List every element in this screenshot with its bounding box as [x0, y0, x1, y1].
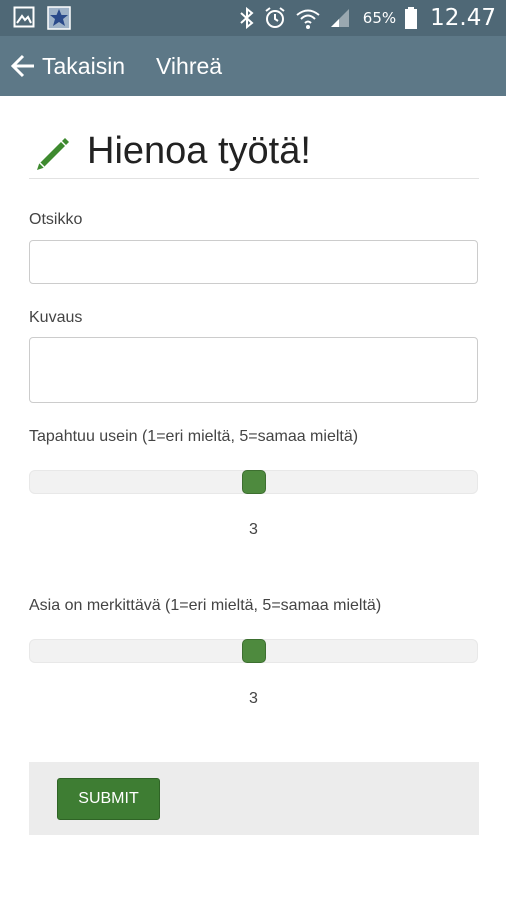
submit-button[interactable]: SUBMIT [57, 778, 160, 820]
page-title: Hienoa työtä! [87, 130, 311, 172]
status-time: 12.47 [430, 5, 496, 31]
title-input[interactable] [29, 240, 478, 284]
back-button[interactable]: Takaisin [42, 52, 125, 80]
pencil-icon [31, 132, 75, 176]
app-title: Vihreä [156, 53, 223, 79]
page-heading: Hienoa työtä! [29, 126, 479, 179]
importance-label: Asia on merkittävä (1=eri mieltä, 5=sama… [29, 597, 382, 614]
wifi-icon [295, 6, 321, 30]
description-field-label: Kuvaus [29, 309, 83, 326]
importance-slider[interactable] [29, 639, 478, 663]
status-bar: 65% 12.47 [0, 0, 506, 36]
frequency-value: 3 [249, 521, 258, 538]
app-bar: Takaisin Vihreä [0, 36, 506, 96]
app-notification-icon [47, 6, 71, 30]
importance-slider-thumb[interactable] [241, 639, 266, 663]
bluetooth-icon [239, 7, 255, 29]
frequency-label: Tapahtuu usein (1=eri mieltä, 5=samaa mi… [29, 428, 359, 445]
description-textarea[interactable] [29, 337, 478, 403]
frequency-slider-thumb[interactable] [241, 470, 266, 494]
battery-percent: 65% [362, 9, 397, 27]
alarm-icon [263, 6, 287, 30]
title-field-label: Otsikko [29, 211, 83, 228]
gallery-icon [13, 6, 35, 30]
submit-panel: SUBMIT [29, 762, 479, 835]
signal-icon [329, 7, 351, 29]
battery-icon [404, 6, 418, 30]
frequency-slider[interactable] [29, 470, 478, 494]
importance-value: 3 [249, 690, 258, 707]
back-arrow-icon[interactable] [10, 54, 36, 78]
